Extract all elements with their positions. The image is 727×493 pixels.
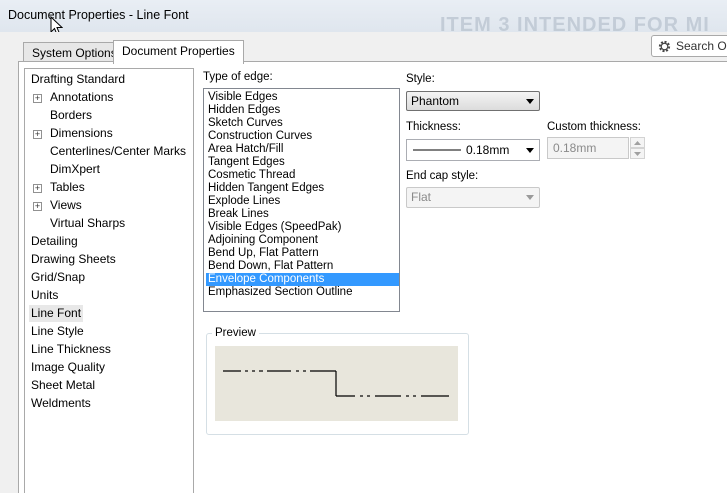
thickness-value: 0.18mm bbox=[466, 143, 510, 157]
chevron-down-icon bbox=[526, 195, 534, 200]
line-preview bbox=[215, 346, 458, 421]
list-item[interactable]: Adjoining Component bbox=[206, 234, 399, 247]
tree-item-sheet-metal[interactable]: Sheet Metal bbox=[31, 377, 95, 394]
thickness-label: Thickness: bbox=[406, 121, 461, 133]
title-bar: ITEM 3 INTENDED FOR MI Document Properti… bbox=[0, 0, 727, 32]
custom-thickness-stepper[interactable] bbox=[630, 137, 645, 159]
chevron-down-icon bbox=[526, 99, 534, 104]
list-item[interactable]: Hidden Tangent Edges bbox=[206, 182, 399, 195]
chevron-up-icon bbox=[634, 141, 641, 145]
style-label: Style: bbox=[406, 73, 435, 85]
end-cap-style-dropdown[interactable]: Flat bbox=[406, 187, 540, 208]
list-item[interactable]: Break Lines bbox=[206, 208, 399, 221]
list-item[interactable]: Bend Down, Flat Pattern bbox=[206, 260, 399, 273]
expand-views-icon[interactable]: + bbox=[33, 202, 42, 211]
tree-item-line-style[interactable]: Line Style bbox=[31, 323, 84, 340]
tree-item-grid-snap[interactable]: Grid/Snap bbox=[31, 269, 85, 286]
list-item[interactable]: Bend Up, Flat Pattern bbox=[206, 247, 399, 260]
list-item[interactable]: Hidden Edges bbox=[206, 104, 399, 117]
list-item[interactable]: Visible Edges bbox=[206, 91, 399, 104]
search-label: Search Op bbox=[676, 39, 727, 53]
style-dropdown[interactable]: Phantom bbox=[406, 91, 540, 111]
tree-item-views[interactable]: Views bbox=[50, 197, 82, 214]
tree-item-borders[interactable]: Borders bbox=[50, 107, 92, 124]
tree-item-drafting-standard[interactable]: Drafting Standard bbox=[31, 71, 125, 88]
spin-up-button[interactable] bbox=[630, 137, 645, 148]
search-options-field[interactable]: Search Op bbox=[651, 35, 727, 57]
custom-thickness-field[interactable]: 0.18mm bbox=[547, 137, 629, 159]
edge-type-list[interactable]: Visible Edges Hidden Edges Sketch Curves… bbox=[203, 88, 400, 312]
list-item[interactable]: Construction Curves bbox=[206, 130, 399, 143]
tree-item-units[interactable]: Units bbox=[31, 287, 58, 304]
tree-item-image-quality[interactable]: Image Quality bbox=[31, 359, 105, 376]
tree-item-tables[interactable]: Tables bbox=[50, 179, 85, 196]
custom-thickness-label: Custom thickness: bbox=[547, 121, 641, 133]
tree-item-line-thickness[interactable]: Line Thickness bbox=[31, 341, 111, 358]
tree-item-detailing[interactable]: Detailing bbox=[31, 233, 78, 250]
phantom-line-preview bbox=[223, 370, 449, 397]
list-item[interactable]: Sketch Curves bbox=[206, 117, 399, 130]
tree-item-weldments[interactable]: Weldments bbox=[31, 395, 91, 412]
tree-item-drawing-sheets[interactable]: Drawing Sheets bbox=[31, 251, 116, 268]
list-item[interactable]: Emphasized Section Outline bbox=[206, 286, 399, 299]
expand-annotations-icon[interactable]: + bbox=[33, 94, 42, 103]
mouse-cursor-icon bbox=[50, 16, 63, 32]
tree-item-dimxpert[interactable]: DimXpert bbox=[50, 161, 100, 178]
thickness-dropdown[interactable]: 0.18mm bbox=[406, 139, 540, 161]
list-item-selected[interactable]: Envelope Components bbox=[206, 273, 399, 286]
tab-document-properties[interactable]: Document Properties bbox=[113, 40, 244, 64]
tree-item-annotations[interactable]: Annotations bbox=[50, 89, 113, 106]
style-value: Phantom bbox=[411, 94, 460, 108]
background-watermark: ITEM 3 INTENDED FOR MI bbox=[440, 14, 710, 32]
list-item[interactable]: Area Hatch/Fill bbox=[206, 143, 399, 156]
tree-item-dimensions[interactable]: Dimensions bbox=[50, 125, 113, 142]
list-item[interactable]: Visible Edges (SpeedPak) bbox=[206, 221, 399, 234]
spin-down-button[interactable] bbox=[630, 148, 645, 159]
expand-tables-icon[interactable]: + bbox=[33, 184, 42, 193]
expand-dimensions-icon[interactable]: + bbox=[33, 130, 42, 139]
chevron-down-icon bbox=[634, 152, 641, 156]
line-sample-icon bbox=[413, 149, 461, 151]
list-item[interactable]: Cosmetic Thread bbox=[206, 169, 399, 182]
tree-item-virtual-sharps[interactable]: Virtual Sharps bbox=[50, 215, 125, 232]
gear-icon bbox=[658, 40, 671, 53]
end-cap-style-label: End cap style: bbox=[406, 170, 479, 182]
window-title: Document Properties - Line Font bbox=[8, 8, 189, 22]
type-of-edge-label: Type of edge: bbox=[203, 71, 273, 83]
end-cap-style-value: Flat bbox=[411, 190, 432, 204]
list-item[interactable]: Explode Lines bbox=[206, 195, 399, 208]
tree-item-centerlines-center-marks[interactable]: Centerlines/Center Marks bbox=[50, 143, 186, 160]
preview-label: Preview bbox=[212, 327, 259, 339]
list-item[interactable]: Tangent Edges bbox=[206, 156, 399, 169]
chevron-down-icon bbox=[526, 148, 534, 153]
tree-item-line-font[interactable]: Line Font bbox=[29, 305, 84, 322]
